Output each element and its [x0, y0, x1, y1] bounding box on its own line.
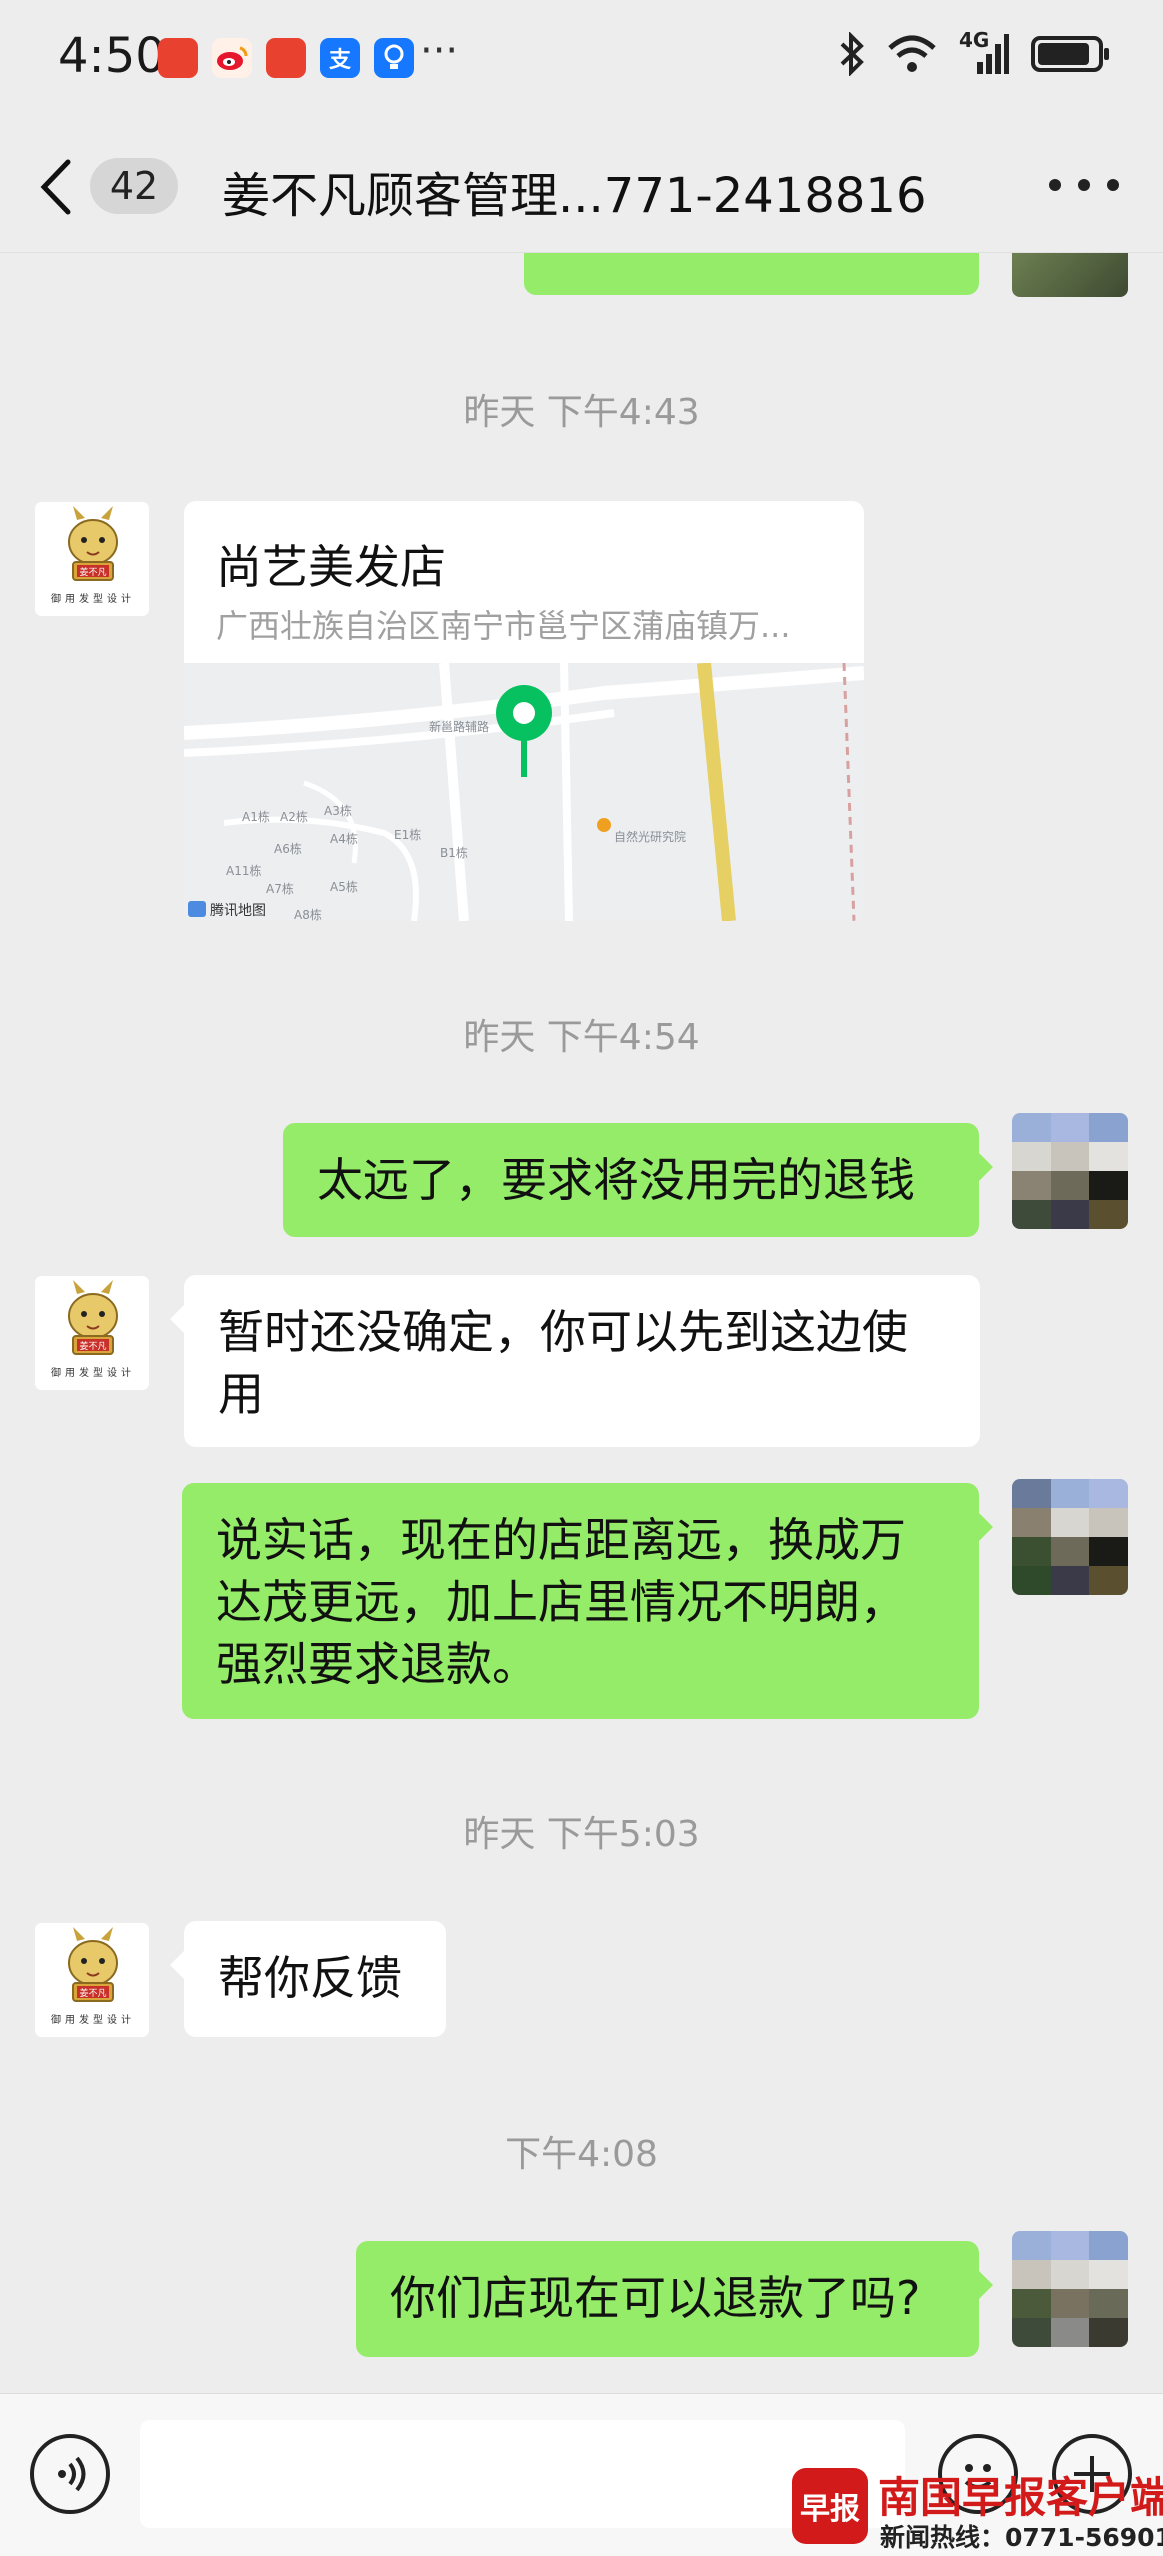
notification-icons: 支 — [158, 38, 414, 78]
dot-icon — [1049, 179, 1061, 191]
location-card[interactable]: 尚艺美发店 广西壮族自治区南宁市邕宁区蒲庙镇万... A1栋 A2栋 A3栋 A6栋… — [184, 501, 864, 921]
timestamp: 昨天 下午5:03 — [463, 1814, 700, 1855]
battery-icon — [1031, 36, 1109, 72]
avatar-merchant[interactable]: 姜不凡 御用发型设计 — [34, 1275, 150, 1391]
avatar-self[interactable] — [1012, 2231, 1128, 2347]
location-address: 广西壮族自治区南宁市邕宁区蒲庙镇万... — [216, 607, 791, 645]
avatar-self[interactable] — [1012, 1479, 1128, 1595]
chat-header: 42 姜不凡顾客管理...771-2418816 — [0, 118, 1163, 253]
svg-text:A11栋: A11栋 — [226, 863, 261, 878]
logo-tagline-text: 御用发型设计 — [51, 592, 135, 605]
svg-text:A2栋: A2栋 — [280, 809, 308, 824]
wifi-icon — [888, 35, 936, 72]
unread-count-badge[interactable]: 42 — [90, 158, 178, 214]
map-brand-label: 腾讯地图 — [210, 902, 266, 919]
chevron-left-icon — [40, 159, 71, 215]
message-bubble-outgoing-partial[interactable] — [524, 253, 979, 295]
voice-input-button[interactable] — [30, 2434, 110, 2514]
svg-text:A5栋: A5栋 — [330, 879, 358, 894]
signal-icon: 4G — [959, 28, 1009, 76]
svg-text:A3栋: A3栋 — [324, 803, 352, 818]
timestamp: 昨天 下午4:43 — [463, 392, 700, 433]
timestamp: 昨天 下午4:54 — [463, 1017, 700, 1058]
message-bubble-outgoing[interactable]: 你们店现在可以退款了吗? — [356, 2241, 993, 2357]
bulb-app-icon — [374, 38, 414, 78]
svg-text:A4栋: A4栋 — [330, 831, 358, 846]
back-button[interactable] — [36, 154, 96, 220]
rabbit-logo-icon: 姜不凡 御用发型设计 — [35, 1276, 149, 1390]
svg-text:A8栋: A8栋 — [294, 907, 322, 921]
avatar-self[interactable] — [1012, 253, 1128, 297]
bluetooth-icon — [840, 32, 864, 76]
weibo-icon — [212, 38, 252, 78]
status-bar: 4:50 支 ··· 4G — [0, 0, 1163, 118]
svg-text:自然光研究院: 自然光研究院 — [614, 829, 686, 844]
svg-text:A6栋: A6栋 — [274, 841, 302, 856]
message-bubble-incoming[interactable]: 暂时还没确定，你可以先到这边使用 — [170, 1275, 980, 1447]
avatar-merchant[interactable]: 姜不凡 御用发型设计 — [34, 501, 150, 617]
dot-icon — [1107, 179, 1119, 191]
news-watermark: 早报 南国早报客户端 新闻热线：0771-5690127 — [792, 2468, 1163, 2556]
dot-icon — [1078, 179, 1090, 191]
location-name: 尚艺美发店 — [216, 540, 446, 594]
watermark-title: 南国早报客户端 — [878, 2473, 1163, 2522]
map-thumbnail: A1栋 A2栋 A3栋 A6栋 A4栋 E1栋 B1栋 A11栋 A7栋 A5栋 A8栋 自然… — [184, 662, 864, 921]
svg-text:新邕路辅路: 新邕路辅路 — [429, 719, 489, 734]
svg-text:B1栋: B1栋 — [440, 845, 468, 860]
more-notifications-icon: ··· — [420, 28, 459, 74]
watermark-hotline: 新闻热线：0771-5690127 — [880, 2523, 1163, 2552]
system-icons: 4G — [839, 28, 1109, 76]
message-input[interactable] — [140, 2420, 905, 2528]
alipay-icon: 支 — [320, 38, 360, 78]
svg-text:E1栋: E1栋 — [394, 827, 421, 842]
voice-icon — [58, 2456, 86, 2492]
status-time: 4:50 — [58, 28, 166, 84]
logo-brand-text: 姜不凡 — [79, 1987, 106, 1999]
rabbit-logo-icon: 姜不凡 御用发型设计 — [35, 1923, 149, 2037]
logo-tagline-text: 御用发型设计 — [51, 1366, 135, 1379]
news-logo: 早报 — [792, 2468, 868, 2544]
avatar-self[interactable] — [1012, 1113, 1128, 1229]
message-bubble-outgoing[interactable]: 说实话，现在的店距离远，换成万达茂更远，加上店里情况不明朗，强烈要求退款。 — [182, 1483, 993, 1719]
message-bubble-outgoing[interactable]: 太远了，要求将没用完的退钱 — [283, 1123, 993, 1237]
chat-title: 姜不凡顾客管理...771-2418816 — [222, 168, 927, 224]
huawei-app-2-icon — [266, 38, 306, 78]
message-bubble-incoming[interactable]: 帮你反馈 — [170, 1921, 446, 2037]
location-map[interactable]: A1栋 A2栋 A3栋 A6栋 A4栋 E1栋 B1栋 A11栋 A7栋 A5栋 A8栋 自然… — [184, 662, 864, 921]
svg-text:A7栋: A7栋 — [266, 881, 294, 896]
logo-brand-text: 姜不凡 — [79, 1340, 106, 1352]
more-options-button[interactable] — [1049, 170, 1119, 200]
svg-text:A1栋: A1栋 — [242, 809, 270, 824]
chat-messages[interactable]: 昨天 下午4:43 姜不凡 御用发型设计 尚艺美发店 广西壮族自治区南宁市邕宁区… — [0, 253, 1163, 2393]
logo-brand-text: 姜不凡 — [79, 566, 106, 578]
timestamp: 下午4:08 — [505, 2134, 658, 2175]
rabbit-logo-icon: 姜不凡 御用发型设计 — [35, 502, 149, 616]
avatar-merchant[interactable]: 姜不凡 御用发型设计 — [34, 1922, 150, 2038]
huawei-app-icon — [158, 38, 198, 78]
logo-tagline-text: 御用发型设计 — [51, 2013, 135, 2026]
